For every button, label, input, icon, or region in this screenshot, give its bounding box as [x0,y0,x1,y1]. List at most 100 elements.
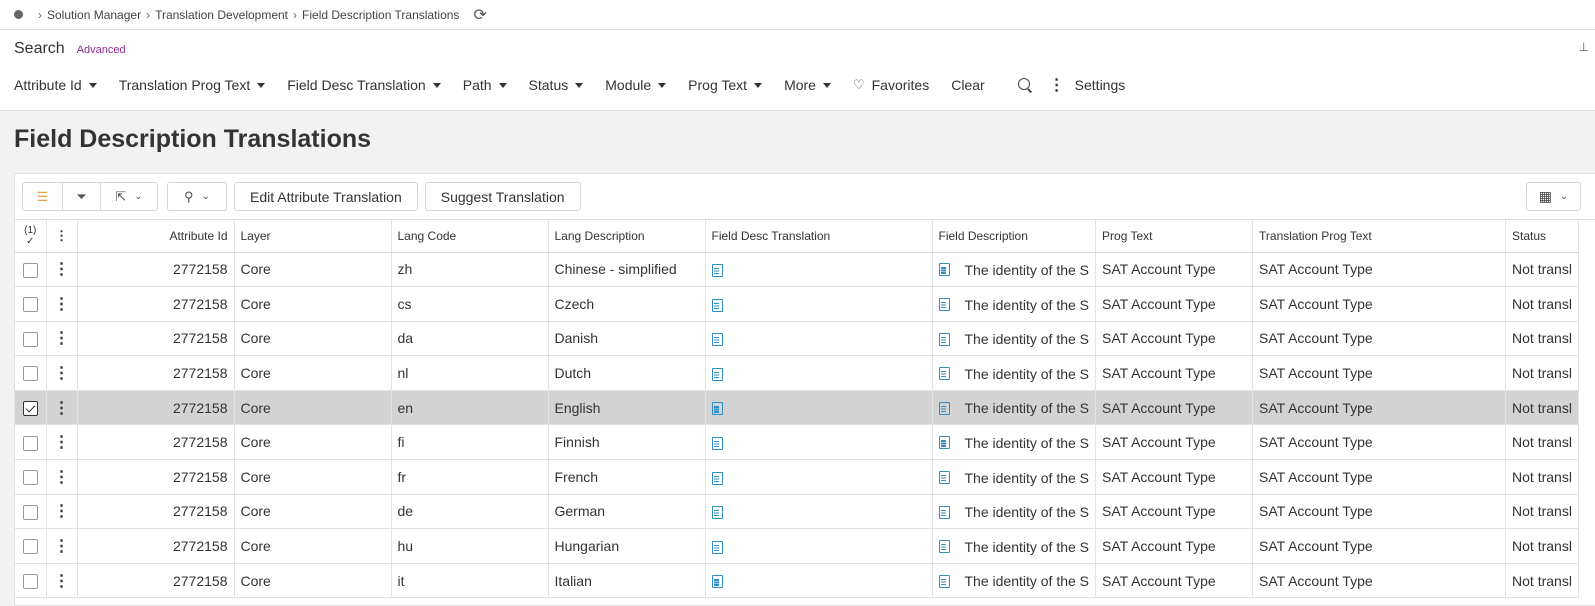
row-checkbox[interactable] [15,286,47,322]
cell-field-desc-translation[interactable] [705,390,933,426]
row-checkbox[interactable] [15,252,47,288]
row-menu-icon[interactable]: ⋮ [46,494,78,530]
row-menu-icon[interactable]: ⋮ [46,252,78,288]
row-checkbox[interactable] [15,424,47,461]
row-menu-icon[interactable]: ⋮ [46,321,78,357]
filter-attribute-id[interactable]: Attribute Id [14,77,97,93]
document-icon[interactable] [711,402,723,416]
document-icon[interactable] [711,333,723,347]
table-row[interactable]: ⋮ 2772158 Core fi Finnish The identity of the… [15,424,1579,461]
breadcrumb-solution-manager[interactable]: Solution Manager [47,8,141,22]
table-layout-button[interactable]: ▦ ⌄ [1526,182,1581,211]
row-menu-icon[interactable]: ⋮ [46,390,78,426]
filter-module[interactable]: Module [605,77,667,93]
col-layer[interactable]: Layer [234,220,392,253]
document-icon[interactable] [938,367,950,381]
filter-icon[interactable]: ⏷ [63,183,101,210]
suggest-translation-button[interactable]: Suggest Translation [424,182,581,211]
col-lang-description[interactable]: Lang Description [548,220,706,253]
table-row[interactable]: ⋮ 2772158 Core fr French The identity of the … [15,459,1579,495]
row-checkbox[interactable] [15,355,47,391]
export-icon[interactable]: ⇱ ⌄ [101,183,157,210]
cell-field-desc-translation[interactable] [705,252,933,288]
cell-field-description[interactable]: The identity of the S [932,424,1097,461]
col-translation-prog-text[interactable]: Translation Prog Text [1252,220,1507,253]
filter-translation-prog-text[interactable]: Translation Prog Text [119,77,266,93]
row-checkbox[interactable] [15,459,47,495]
row-menu-icon[interactable]: ⋮ [46,355,78,391]
row-menu-icon[interactable]: ⋮ [46,459,78,495]
cell-field-desc-translation[interactable] [705,459,933,495]
col-field-description[interactable]: Field Description [932,220,1097,253]
row-menu-icon[interactable]: ⋮ [46,286,78,322]
cell-field-description[interactable]: The identity of the S [932,355,1097,391]
search-icon[interactable] [1017,77,1033,93]
row-checkbox[interactable] [15,563,47,599]
document-icon[interactable] [711,437,723,451]
document-icon[interactable] [938,298,950,312]
list-view-icon[interactable]: ☰ [23,183,63,210]
cell-field-description[interactable]: The identity of the S [932,563,1097,599]
cell-field-desc-translation[interactable] [705,563,933,599]
col-lang-code[interactable]: Lang Code [391,220,549,253]
column-menu-icon[interactable]: ⋮ [46,220,78,253]
col-field-desc-translation[interactable]: Field Desc Translation [705,220,933,253]
document-icon[interactable] [938,505,950,519]
cell-field-description[interactable]: The identity of the S [932,494,1097,530]
edit-attribute-translation-button[interactable]: Edit Attribute Translation [234,182,418,211]
clear-button[interactable]: Clear [951,77,984,93]
more-vertical-icon[interactable]: ⋮ [1049,75,1065,95]
cell-field-description[interactable]: The identity of the S [932,528,1097,564]
document-icon[interactable] [711,506,723,520]
document-icon[interactable] [938,540,950,554]
col-attribute-id[interactable]: Attribute Id [77,220,235,253]
document-icon[interactable] [938,436,950,450]
table-row[interactable]: ⋮ 2772158 Core en English The identity of the… [15,390,1579,426]
refresh-icon[interactable]: ⟳ [473,5,486,25]
cell-field-description[interactable]: The identity of the S [932,321,1097,357]
table-row[interactable]: ⋮ 2772158 Core de German The identity of the … [15,494,1579,530]
row-menu-icon[interactable]: ⋮ [46,528,78,564]
cell-field-desc-translation[interactable] [705,494,933,530]
col-prog-text[interactable]: Prog Text [1095,220,1254,253]
document-icon[interactable] [711,264,723,278]
document-icon[interactable] [938,574,950,588]
row-checkbox[interactable] [15,321,47,357]
document-icon[interactable] [711,471,723,485]
row-checkbox[interactable] [15,494,47,530]
row-checkbox[interactable] [15,390,47,426]
table-row[interactable]: ⋮ 2772158 Core nl Dutch The identity of the S… [15,355,1579,391]
select-all-header[interactable]: (1) ✓ [15,220,47,253]
table-row[interactable]: ⋮ 2772158 Core zh Chinese - simplified The id… [15,252,1579,288]
col-status[interactable]: Status [1505,220,1579,253]
document-icon[interactable] [711,367,723,381]
row-menu-icon[interactable]: ⋮ [46,424,78,461]
settings-button[interactable]: Settings [1075,77,1126,93]
filter-status[interactable]: Status [529,77,584,93]
document-icon[interactable] [938,401,950,415]
document-icon[interactable] [938,471,950,484]
filter-field-desc-translation[interactable]: Field Desc Translation [287,77,441,93]
row-menu-icon[interactable]: ⋮ [46,563,78,599]
cell-field-description[interactable]: The identity of the S [932,286,1097,322]
filter-more[interactable]: More [784,77,831,93]
document-icon[interactable] [938,263,950,277]
cell-field-description[interactable]: The identity of the S [932,459,1097,495]
pin-icon[interactable]: ⊥ [1579,40,1589,54]
table-row[interactable]: ⋮ 2772158 Core hu Hungarian The identity of t… [15,528,1579,564]
cell-field-desc-translation[interactable] [705,286,933,322]
breadcrumb-translation-development[interactable]: Translation Development [155,8,288,22]
cell-field-desc-translation[interactable] [705,528,933,564]
table-row[interactable]: ⋮ 2772158 Core it Italian The identity of the… [15,563,1579,599]
filter-path[interactable]: Path [463,77,507,93]
document-icon[interactable] [938,332,950,346]
cell-field-desc-translation[interactable] [705,424,933,461]
favorites-button[interactable]: ♡ Favorites [853,77,929,93]
assign-icon[interactable]: ⚲ ⌄ [168,183,226,210]
cell-field-desc-translation[interactable] [705,321,933,357]
cell-field-description[interactable]: The identity of the S [932,252,1097,288]
cell-field-desc-translation[interactable] [705,355,933,391]
document-icon[interactable] [711,575,723,589]
filter-prog-text[interactable]: Prog Text [688,77,763,93]
document-icon[interactable] [711,540,723,554]
